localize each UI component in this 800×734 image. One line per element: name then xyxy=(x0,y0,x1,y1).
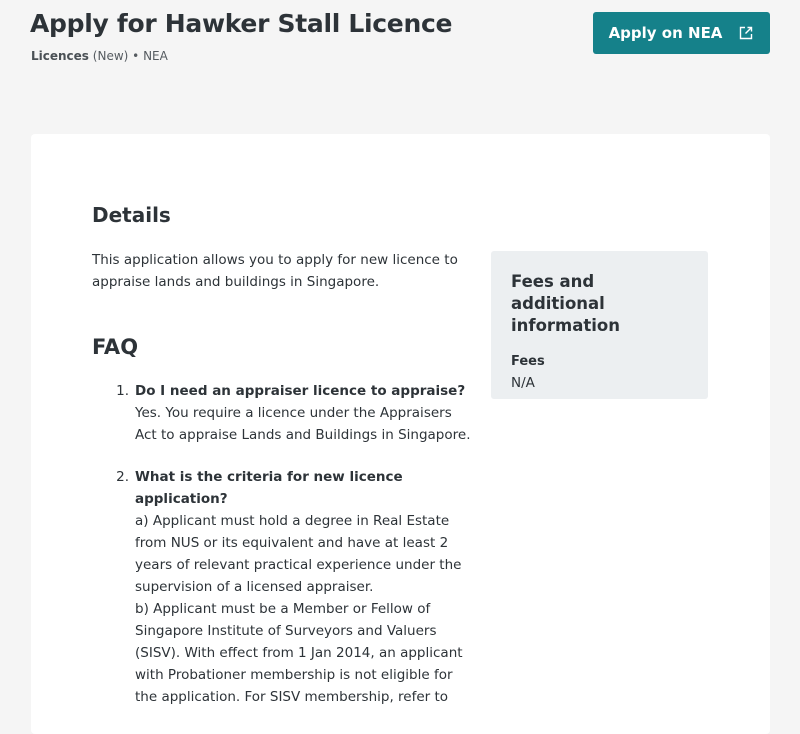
faq-item: 1. Do I need an appraiser licence to app… xyxy=(92,380,472,446)
agency-name: NEA xyxy=(143,49,168,63)
content-card: Details This application allows you to a… xyxy=(31,134,770,734)
breadcrumb-separator: • xyxy=(132,49,140,63)
apply-on-nea-button[interactable]: Apply on NEA xyxy=(593,12,770,54)
page-title: Apply for Hawker Stall Licence xyxy=(30,9,453,38)
faq-answer-part-b: b) Applicant must be a Member or Fellow … xyxy=(135,601,463,705)
apply-button-label: Apply on NEA xyxy=(608,24,723,42)
faq-question: Do I need an appraiser licence to apprai… xyxy=(135,383,466,399)
faq-heading: FAQ xyxy=(92,335,139,359)
fees-value: N/A xyxy=(511,375,535,391)
faq-item: 2. What is the criteria for new licence … xyxy=(92,466,472,708)
faq-answer: Yes. You require a licence under the App… xyxy=(135,405,471,443)
faq-item-body: What is the criteria for new licence app… xyxy=(135,466,472,708)
licence-category: Licences xyxy=(31,49,89,63)
details-heading: Details xyxy=(92,203,171,227)
breadcrumb: Licences (New) • NEA xyxy=(31,49,168,63)
fees-panel-title: Fees and additional information xyxy=(511,272,621,335)
faq-list: 1. Do I need an appraiser licence to app… xyxy=(92,380,472,728)
faq-question: What is the criteria for new licence app… xyxy=(135,469,403,507)
licence-type: (New) xyxy=(92,49,129,63)
faq-item-number: 2. xyxy=(116,469,129,485)
faq-item-number: 1. xyxy=(116,383,129,399)
fees-label: Fees xyxy=(511,354,545,369)
details-text: This application allows you to apply for… xyxy=(92,252,458,290)
external-link-icon xyxy=(740,26,753,40)
fees-info-panel: Fees and additional information Fees N/A xyxy=(491,251,708,399)
faq-answer-part-a: a) Applicant must hold a degree in Real … xyxy=(135,513,462,595)
faq-item-body: Do I need an appraiser licence to apprai… xyxy=(135,380,472,446)
